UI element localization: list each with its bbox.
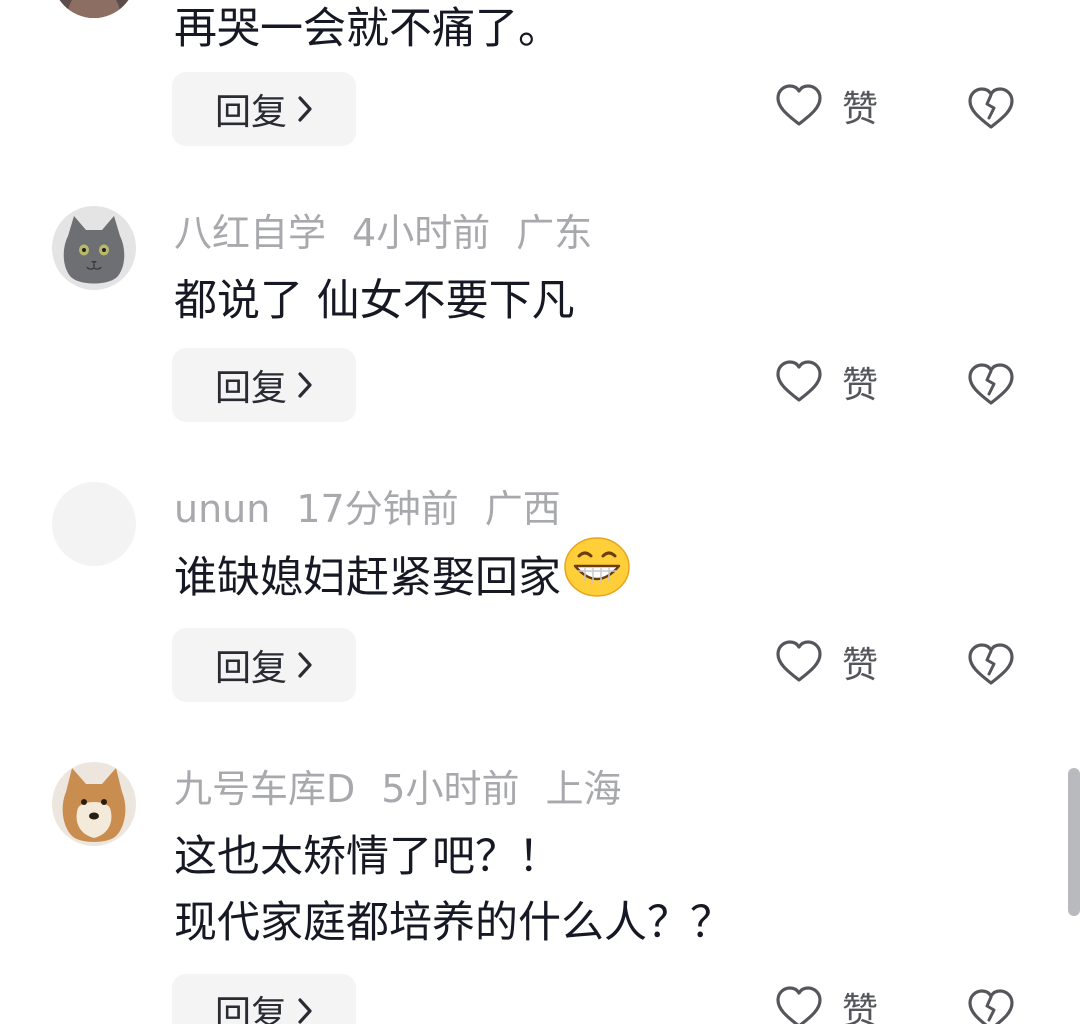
comment-text: 谁缺媳妇赶紧娶回家 — [174, 537, 631, 617]
avatar[interactable] — [52, 762, 136, 846]
broken-heart-icon — [968, 643, 1014, 685]
broken-heart-icon — [968, 363, 1014, 405]
dislike-button[interactable] — [966, 84, 1016, 134]
comment-meta: unun 17分钟前 广西 — [174, 486, 561, 532]
chevron-right-icon — [298, 96, 312, 122]
comment-location: 上海 — [545, 767, 622, 811]
comment-text-line: 再哭一会就不痛了。 — [174, 4, 561, 54]
comment-text-segment: 谁缺媳妇赶紧娶回家 — [174, 553, 561, 603]
like-button[interactable]: 赞 — [774, 356, 878, 408]
chevron-right-icon — [298, 372, 312, 398]
like-button[interactable]: 赞 — [774, 80, 878, 132]
username[interactable]: 九号车库D — [174, 767, 355, 811]
heart-icon — [776, 84, 822, 126]
like-label: 赞 — [842, 645, 879, 686]
avatar[interactable] — [52, 206, 136, 290]
avatar[interactable] — [52, 0, 136, 18]
reply-label: 回复 — [214, 648, 287, 689]
comment-meta: 八红自学 4小时前 广东 — [174, 210, 592, 256]
reply-button[interactable]: 回复 — [172, 628, 356, 702]
comment-text-line: 都说了 仙女不要下凡 — [174, 276, 575, 326]
reply-label: 回复 — [214, 92, 287, 133]
heart-icon — [776, 640, 822, 682]
avatar[interactable] — [52, 482, 136, 566]
heart-icon — [776, 986, 822, 1024]
like-label: 赞 — [842, 365, 879, 406]
like-button[interactable]: 赞 — [774, 982, 878, 1024]
broken-heart-icon — [968, 989, 1014, 1024]
chevron-right-icon — [298, 652, 312, 678]
comment-meta: 九号车库D 5小时前 上海 — [174, 766, 621, 812]
comment-text-line: 现代家庭都培养的什么人？？ — [174, 898, 733, 948]
username[interactable]: 八红自学 — [174, 211, 326, 255]
reply-button[interactable]: 回复 — [172, 72, 356, 146]
comment-time: 4小时前 — [352, 211, 491, 255]
broken-heart-icon — [968, 87, 1014, 129]
dislike-button[interactable] — [966, 640, 1016, 690]
grinning-emoji-icon — [563, 536, 631, 617]
dislike-button[interactable] — [966, 360, 1016, 410]
comment-location: 广东 — [516, 211, 593, 255]
username[interactable]: unun — [174, 487, 270, 531]
reply-button[interactable]: 回复 — [172, 348, 356, 422]
heart-icon — [776, 360, 822, 402]
like-label: 赞 — [842, 89, 879, 130]
comment-text-line: 谁缺媳妇赶紧娶回家 — [174, 537, 631, 617]
comment-time: 17分钟前 — [296, 487, 459, 531]
reply-label: 回复 — [214, 994, 287, 1024]
comment-list: 再哭一会就不痛了。 回复 赞 八红自学 4小时前 广东 都说了 仙女不要下凡 回… — [0, 0, 1080, 1024]
scrollbar[interactable] — [1068, 768, 1080, 916]
comment-text: 都说了 仙女不要下凡 — [174, 268, 575, 334]
like-label: 赞 — [842, 991, 879, 1024]
comment-time: 5小时前 — [381, 767, 520, 811]
like-button[interactable]: 赞 — [774, 636, 878, 688]
reply-label: 回复 — [214, 368, 287, 409]
comment-text: 这也太矫情了吧？！ 现代家庭都培养的什么人？？ — [174, 824, 733, 956]
dislike-button[interactable] — [966, 986, 1016, 1024]
comment-text-line: 这也太矫情了吧？！ — [174, 832, 561, 882]
comment-text: 再哭一会就不痛了。 — [174, 0, 561, 62]
reply-button[interactable]: 回复 — [172, 974, 356, 1024]
chevron-right-icon — [298, 998, 312, 1024]
comment-location: 广西 — [484, 487, 561, 531]
